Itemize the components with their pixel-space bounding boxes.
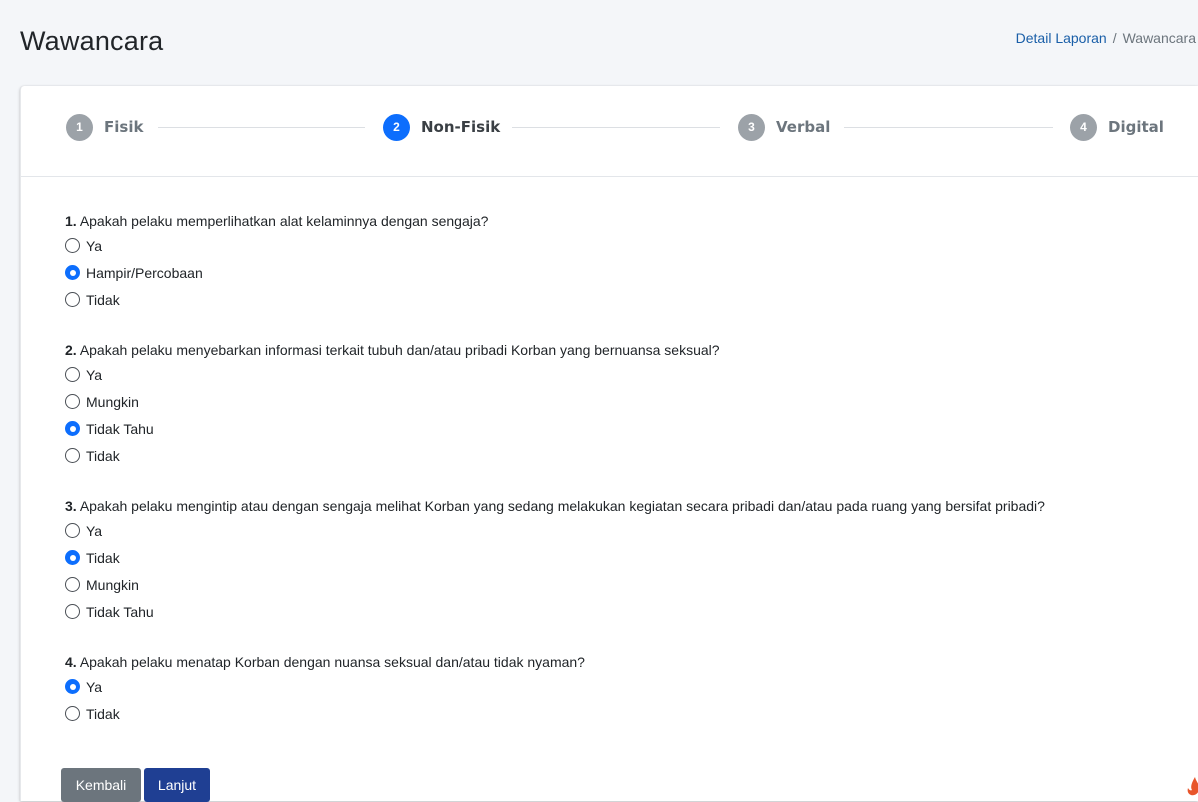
radio-unchecked-icon[interactable] xyxy=(65,448,80,463)
question-number: 3. xyxy=(65,498,77,514)
content-header: Wawancara Detail Laporan / Wawancara xyxy=(0,0,1198,80)
radio-checked-icon[interactable] xyxy=(65,265,80,280)
radio-option[interactable]: Ya xyxy=(65,361,1175,388)
radio-unchecked-icon[interactable] xyxy=(65,394,80,409)
radio-option-label: Tidak xyxy=(86,705,120,722)
step-number: 2 xyxy=(383,113,410,141)
question-spacer xyxy=(65,313,1175,339)
question-3: 3. Apakah pelaku mengintip atau dengan s… xyxy=(65,495,1175,517)
question-text: Apakah pelaku memperlihatkan alat kelami… xyxy=(79,213,489,229)
step-label: Verbal xyxy=(776,118,831,136)
step-connector xyxy=(158,127,365,128)
radio-option-label: Tidak xyxy=(86,549,120,566)
step-digital[interactable]: 4 Digital xyxy=(1070,113,1164,141)
radio-option[interactable]: Tidak Tahu xyxy=(65,415,1175,442)
question-text: Apakah pelaku menyebarkan informasi terk… xyxy=(79,342,720,358)
radio-option-label: Ya xyxy=(86,522,103,539)
question-spacer xyxy=(65,469,1175,495)
radio-option[interactable]: Tidak xyxy=(65,286,1175,313)
breadcrumb: Detail Laporan / Wawancara xyxy=(1016,30,1196,46)
radio-unchecked-icon[interactable] xyxy=(65,577,80,592)
radio-option-label: Mungkin xyxy=(86,393,139,410)
radio-option-label: Ya xyxy=(86,366,103,383)
radio-option-label: Ya xyxy=(86,237,103,254)
radio-unchecked-icon[interactable] xyxy=(65,706,80,721)
breadcrumb-separator: / xyxy=(1112,30,1117,46)
step-verbal[interactable]: 3 Verbal xyxy=(738,113,830,141)
question-number: 1. xyxy=(65,213,77,229)
radio-unchecked-icon[interactable] xyxy=(65,367,80,382)
radio-unchecked-icon[interactable] xyxy=(65,523,80,538)
interview-form: 1. Apakah pelaku memperlihatkan alat kel… xyxy=(65,210,1175,727)
breadcrumb-current: Wawancara xyxy=(1122,30,1196,46)
flame-icon xyxy=(1187,777,1198,796)
radio-option-label: Mungkin xyxy=(86,576,139,593)
stepper: 1 Fisik 2 Non-Fisik 3 Verbal 4 Digital xyxy=(21,86,1198,177)
radio-option-label: Tidak Tahu xyxy=(86,603,154,620)
step-connector xyxy=(512,127,720,128)
step-number: 1 xyxy=(66,113,93,141)
radio-option[interactable]: Ya xyxy=(65,673,1175,700)
radio-option-label: Tidak Tahu xyxy=(86,420,154,437)
step-connector xyxy=(844,127,1053,128)
step-label: Digital xyxy=(1108,118,1164,136)
page-title: Wawancara xyxy=(20,26,164,56)
question-spacer xyxy=(65,625,1175,651)
step-fisik[interactable]: 1 Fisik xyxy=(66,113,143,141)
radio-option[interactable]: Tidak xyxy=(65,544,1175,571)
radio-unchecked-icon[interactable] xyxy=(65,604,80,619)
radio-option[interactable]: Ya xyxy=(65,517,1175,544)
question-number: 2. xyxy=(65,342,77,358)
step-number: 4 xyxy=(1070,113,1097,141)
radio-option-label: Ya xyxy=(86,678,103,695)
step-number: 3 xyxy=(738,113,765,141)
radio-unchecked-icon[interactable] xyxy=(65,292,80,307)
radio-option[interactable]: Mungkin xyxy=(65,571,1175,598)
question-text: Apakah pelaku mengintip atau dengan seng… xyxy=(79,498,1045,514)
question-4: 4. Apakah pelaku menatap Korban dengan n… xyxy=(65,651,1175,673)
question-number: 4. xyxy=(65,654,77,670)
breadcrumb-detail-laporan-link[interactable]: Detail Laporan xyxy=(1016,30,1107,46)
form-actions: Kembali Lanjut xyxy=(61,768,210,802)
radio-checked-icon[interactable] xyxy=(65,550,80,565)
step-label: Fisik xyxy=(104,118,144,136)
back-button[interactable]: Kembali xyxy=(61,768,141,802)
radio-option[interactable]: Ya xyxy=(65,232,1175,259)
question-2: 2. Apakah pelaku menyebarkan informasi t… xyxy=(65,339,1175,361)
radio-option[interactable]: Tidak xyxy=(65,700,1175,727)
radio-checked-icon[interactable] xyxy=(65,679,80,694)
question-text: Apakah pelaku menatap Korban dengan nuan… xyxy=(79,654,585,670)
radio-option-label: Tidak xyxy=(86,447,120,464)
radio-option[interactable]: Tidak xyxy=(65,442,1175,469)
radio-option-label: Tidak xyxy=(86,291,120,308)
radio-option[interactable]: Tidak Tahu xyxy=(65,598,1175,625)
radio-checked-icon[interactable] xyxy=(65,421,80,436)
next-button[interactable]: Lanjut xyxy=(144,768,210,802)
step-non-fisik[interactable]: 2 Non-Fisik xyxy=(383,113,500,141)
radio-option[interactable]: Hampir/Percobaan xyxy=(65,259,1175,286)
step-label: Non-Fisik xyxy=(421,118,501,136)
radio-option-label: Hampir/Percobaan xyxy=(86,264,203,281)
radio-unchecked-icon[interactable] xyxy=(65,238,80,253)
question-1: 1. Apakah pelaku memperlihatkan alat kel… xyxy=(65,210,1175,232)
radio-option[interactable]: Mungkin xyxy=(65,388,1175,415)
